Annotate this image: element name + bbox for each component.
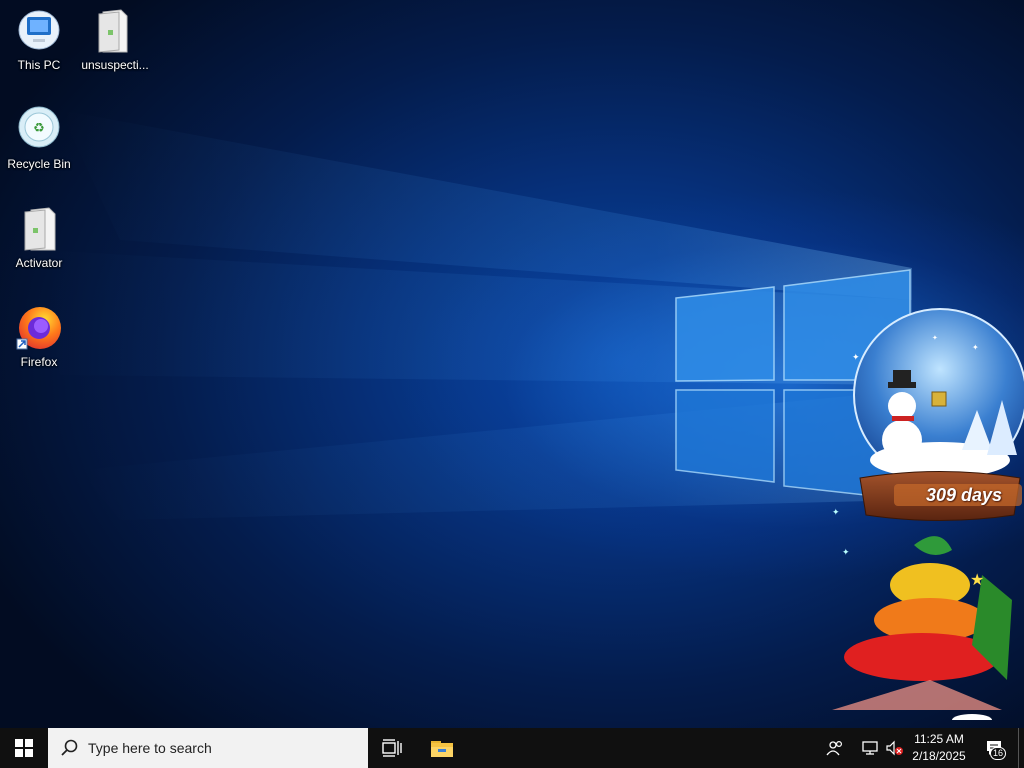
task-view-icon xyxy=(382,739,402,757)
notification-count-badge: 16 xyxy=(990,747,1007,760)
computer-icon xyxy=(15,6,63,54)
file-explorer-icon xyxy=(431,741,453,757)
snow-globe-image: ✦ ✦ ✦ ★ ✦ ✦ xyxy=(832,308,1024,726)
volume-button[interactable] xyxy=(884,728,906,768)
svg-text:✦: ✦ xyxy=(972,343,979,352)
svg-text:✦: ✦ xyxy=(842,547,850,557)
desktop-icon-unsuspecting-file[interactable]: unsuspecti... xyxy=(77,6,153,72)
taskbar-clock[interactable]: 11:25 AM 2/18/2025 xyxy=(904,728,974,768)
recycle-bin-icon: ♻ xyxy=(15,105,63,153)
search-icon xyxy=(61,739,78,756)
svg-text:✦: ✦ xyxy=(832,507,840,517)
svg-text:✦: ✦ xyxy=(852,352,860,362)
svg-text:✦: ✦ xyxy=(932,334,938,342)
network-button[interactable] xyxy=(860,728,882,768)
network-icon xyxy=(862,741,878,755)
desktop-icon-label: Firefox xyxy=(20,355,58,369)
taskbar: Type here to search 11:25 AM 2/18/2025 1… xyxy=(0,728,1024,768)
svg-text:♻: ♻ xyxy=(33,121,45,136)
countdown-days-label: 309 days xyxy=(925,485,1003,505)
desktop-icon-this-pc[interactable]: This PC xyxy=(1,6,77,72)
desktop[interactable]: This PC unsuspecti... ♻ Recycle Bin Acti… xyxy=(0,0,1024,728)
start-button[interactable] xyxy=(0,728,48,768)
desktop-icon-activator[interactable]: Activator xyxy=(1,204,77,270)
people-icon xyxy=(826,740,843,756)
clock-date: 2/18/2025 xyxy=(912,749,966,763)
desktop-icon-label: This PC xyxy=(17,58,61,72)
desktop-icon-recycle-bin[interactable]: ♻ Recycle Bin xyxy=(1,105,77,171)
desktop-icon-label: Recycle Bin xyxy=(7,157,71,171)
taskbar-search-box[interactable]: Type here to search xyxy=(48,728,368,768)
firefox-icon xyxy=(15,303,63,351)
clock-time: 11:25 AM xyxy=(914,732,964,746)
volume-muted-icon xyxy=(886,740,903,756)
file-explorer-button[interactable] xyxy=(420,728,464,768)
desktop-icon-label: Activator xyxy=(15,256,63,270)
windows-start-icon xyxy=(15,739,33,757)
action-center-button[interactable]: 16 xyxy=(980,728,1010,768)
search-placeholder: Type here to search xyxy=(88,740,212,756)
show-desktop-button[interactable] xyxy=(1018,728,1024,768)
file-icon xyxy=(15,204,63,252)
svg-text:★: ★ xyxy=(970,572,984,589)
desktop-icon-label: unsuspecti... xyxy=(81,58,149,72)
task-view-button[interactable] xyxy=(370,728,414,768)
people-button[interactable] xyxy=(822,728,848,768)
desktop-icon-firefox[interactable]: Firefox xyxy=(1,303,77,369)
file-icon xyxy=(91,6,139,54)
christmas-countdown-widget[interactable]: ✦ ✦ ✦ ★ ✦ ✦ 309 days xyxy=(822,300,1024,726)
